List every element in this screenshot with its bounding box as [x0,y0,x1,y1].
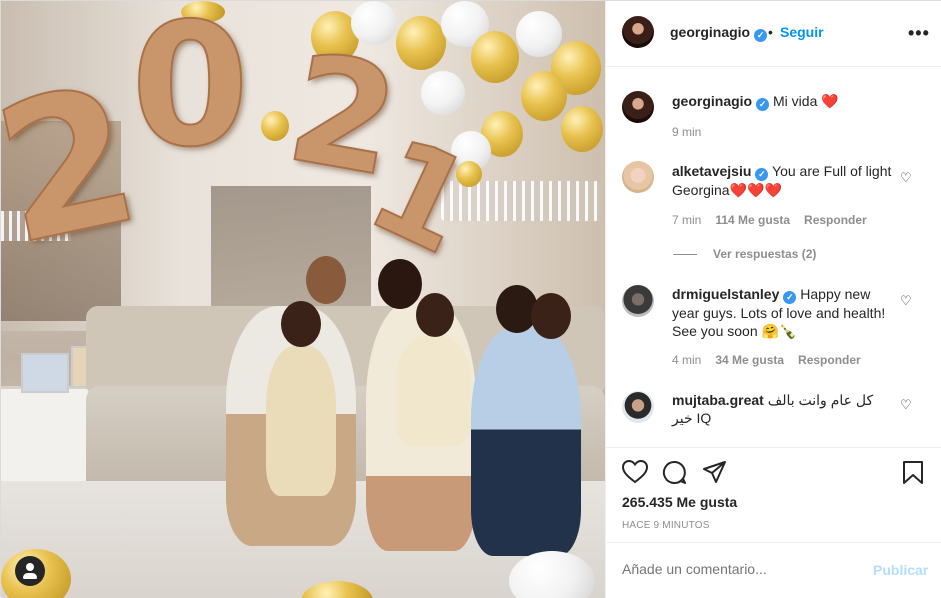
photo-person [266,346,336,496]
comment-likes[interactable]: 34 Me gusta [715,353,784,367]
balloon [561,106,603,152]
hug-champagne-emoji: 🤗🍾 [761,323,797,339]
verified-badge-icon: ✓ [756,98,770,111]
author-username-text[interactable]: georginagio [670,24,750,40]
publish-button[interactable]: Publicar [873,562,928,578]
share-send-icon[interactable] [702,460,727,489]
heart-emoji: ❤️❤️❤️ [729,182,782,198]
photo-window [211,186,371,316]
author-username[interactable]: georginagio ✓ [670,24,768,42]
posted-time[interactable]: HACE 9 MINUTOS [622,520,710,531]
share-send-svg[interactable] [702,460,727,484]
caption-avatar[interactable] [622,91,654,123]
photo-frame [21,353,69,393]
like-heart-svg[interactable] [621,459,649,484]
comment-bubble-svg[interactable] [662,460,687,485]
comment-time[interactable]: 7 min [672,213,701,227]
post-photo[interactable]: 2 0 2 1 [1,1,605,598]
likes-count[interactable]: 265.435 Me gusta [622,494,737,510]
comment: drmiguelstanley ✓ Happy new year guys. Lo… [672,285,894,340]
photo-person [471,326,581,556]
comment-time[interactable]: 4 min [672,353,701,367]
view-replies-label[interactable]: Ver respuestas (2) [713,247,816,261]
comment-like-heart-icon[interactable]: ♡ [900,170,912,186]
comment: alketavejsiu ✓ You are Full of light Geor… [672,162,892,199]
verified-badge-icon: ✓ [754,29,768,42]
separator-dot: • [768,24,773,40]
add-comment-bar: Publicar [606,542,941,598]
caption: georginagio ✓ Mi vida ❤️ [672,92,912,111]
post-modal: 2 0 2 1 georginagio ✓ • Seguir ••• georg… [0,0,941,598]
balloon-digit: 0 [130,1,250,185]
post-actions: 265.435 Me gusta HACE 9 MINUTOS [606,447,941,542]
comment-meta: 7 min 114 Me gusta Responder [672,213,867,227]
view-replies-button[interactable]: Ver respuestas (2) [673,247,816,261]
verified-badge-icon: ✓ [755,168,769,181]
save-bookmark-svg[interactable] [902,460,924,485]
comment-bubble-icon[interactable] [662,460,687,490]
comment-username[interactable]: alketavejsiu [672,163,751,179]
follow-button[interactable]: Seguir [780,24,824,40]
balloon [261,111,289,141]
more-options-icon[interactable]: ••• [908,23,930,44]
caption-username[interactable]: georginagio [672,93,752,109]
verified-badge-icon: ✓ [783,291,797,304]
save-bookmark-icon[interactable] [902,460,924,490]
comment-likes[interactable]: 114 Me gusta [715,213,790,227]
like-heart-icon[interactable] [621,459,649,489]
post-header: georginagio ✓ • Seguir ••• [606,1,941,67]
heart-emoji: ❤️ [821,93,839,109]
photo-person [396,336,471,446]
caption-time[interactable]: 9 min [672,125,701,139]
post-side-panel: georginagio ✓ • Seguir ••• georginagio ✓ M… [605,1,941,598]
caption-text: Mi vida [773,93,822,109]
balloon [421,71,465,115]
comment-like-heart-icon[interactable]: ♡ [900,293,912,309]
tagged-users-button[interactable] [15,556,45,586]
comment-input[interactable] [622,561,862,577]
reply-button[interactable]: Responder [798,353,861,367]
photo-person-head [416,293,454,337]
author-avatar[interactable] [622,16,654,48]
balloon [521,71,567,121]
photo-person-head [306,256,346,304]
comment-avatar[interactable] [622,391,654,423]
photo-person-head [281,301,321,347]
comment: mujtaba.great كل عام وانت بالف خير IQ [672,391,894,427]
comment-username[interactable]: mujtaba.great [672,392,764,408]
photo-person-head [531,293,571,339]
balloon [471,31,519,83]
photo-person-head [378,259,422,309]
comment-meta: 4 min 34 Me gusta Responder [672,353,861,367]
comments-list[interactable]: georginagio ✓ Mi vida ❤️ 9 min alketavejs… [606,67,941,447]
balloon [516,11,562,57]
comment-avatar[interactable] [622,161,654,193]
comment-like-heart-icon[interactable]: ♡ [900,397,912,413]
reply-button[interactable]: Responder [804,213,867,227]
comment-username[interactable]: drmiguelstanley [672,286,779,302]
comment-avatar[interactable] [622,285,654,317]
